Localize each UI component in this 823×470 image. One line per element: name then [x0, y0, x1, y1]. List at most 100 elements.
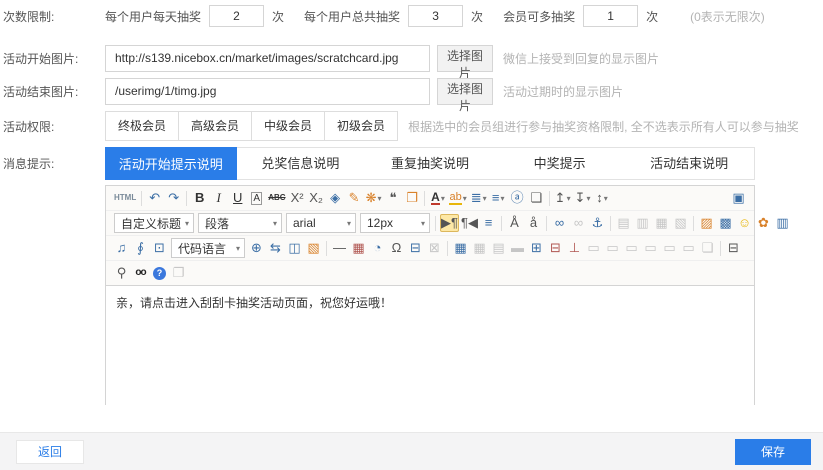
insert-image-icon[interactable]: ▨: [698, 214, 715, 232]
image-inline-icon[interactable]: ▧: [672, 214, 689, 232]
message-tab[interactable]: 活动开始提示说明: [105, 147, 237, 180]
line-height-icon[interactable]: ↕▾: [594, 189, 611, 207]
text-direction-icon[interactable]: ¶◀: [461, 214, 478, 232]
font-color-icon[interactable]: A▾: [429, 189, 446, 207]
first-line-indent-icon[interactable]: ▶¶: [440, 214, 459, 232]
print-icon[interactable]: ⊟: [725, 239, 742, 257]
date-icon[interactable]: ▦: [350, 239, 367, 257]
music-icon[interactable]: ♫: [113, 239, 130, 257]
insert-row-icon[interactable]: ⊞: [528, 239, 545, 257]
custom-title-select[interactable]: 自定义标题▾: [114, 213, 194, 233]
member-extra-input[interactable]: [583, 5, 638, 27]
screenshot-icon[interactable]: ▩: [717, 214, 734, 232]
insert-code-icon[interactable]: ⊡: [151, 239, 168, 257]
to-uppercase-icon[interactable]: Å: [506, 214, 523, 232]
font-size-select[interactable]: 12px▾: [360, 213, 430, 233]
preview-icon[interactable]: ⚲: [113, 264, 130, 282]
help-icon[interactable]: ?: [151, 264, 168, 282]
underline-icon[interactable]: U: [229, 189, 246, 207]
italic-icon[interactable]: I: [210, 189, 227, 207]
link-icon[interactable]: ∞: [551, 214, 568, 232]
scrawl-icon[interactable]: ✿: [755, 214, 772, 232]
insert-table-icon[interactable]: ▦: [452, 239, 469, 257]
split-to-cols-icon[interactable]: ▭: [642, 239, 659, 257]
new-page-icon[interactable]: ❏: [528, 189, 545, 207]
save-button[interactable]: 保存: [735, 439, 811, 465]
insert-video-icon[interactable]: ▥: [774, 214, 791, 232]
paragraph-after-space-icon[interactable]: ↧▾: [574, 189, 592, 207]
message-tab[interactable]: 活动结束说明: [624, 148, 754, 179]
format-brush-icon[interactable]: ✎: [346, 189, 363, 207]
word-image-icon[interactable]: ⊟: [407, 239, 424, 257]
time-icon[interactable]: ◔: [369, 239, 386, 257]
blockquote-icon[interactable]: ❝: [384, 189, 401, 207]
merge-right-icon[interactable]: ▭: [585, 239, 602, 257]
message-tab[interactable]: 兑奖信息说明: [236, 148, 366, 179]
split-cell-icon[interactable]: ⊥: [566, 239, 583, 257]
split-to-rows-icon[interactable]: ▭: [623, 239, 640, 257]
insert-iframe-icon[interactable]: ◫: [286, 239, 303, 257]
table-title-icon[interactable]: ▤: [490, 239, 507, 257]
paste-text-icon[interactable]: ❐: [403, 189, 420, 207]
member-option[interactable]: 中级会员: [252, 111, 325, 141]
average-cols-icon[interactable]: ▭: [680, 239, 697, 257]
auto-typeset-icon[interactable]: ❋▾: [365, 189, 383, 207]
attachment-icon[interactable]: ∮: [132, 239, 149, 257]
member-option[interactable]: 终极会员: [105, 111, 179, 141]
eraser-icon[interactable]: ◈: [327, 189, 344, 207]
total-limit-input[interactable]: [408, 5, 463, 27]
image-float-left-icon[interactable]: ▤: [615, 214, 632, 232]
anchor-a-icon[interactable]: ⓐ: [509, 189, 526, 207]
message-tab[interactable]: 中奖提示: [495, 148, 625, 179]
bold-icon[interactable]: B: [191, 189, 208, 207]
anchor-icon[interactable]: ⚓: [589, 214, 606, 232]
to-lowercase-icon[interactable]: å: [525, 214, 542, 232]
code-language-select[interactable]: 代码语言▾: [171, 238, 245, 258]
background-color-icon[interactable]: ab▾: [448, 189, 467, 207]
unlink-icon[interactable]: ∞: [570, 214, 587, 232]
paragraph-style-icon[interactable]: ≡: [480, 214, 497, 232]
strikethrough-icon[interactable]: ABC: [267, 189, 286, 207]
member-option[interactable]: 初级会员: [325, 111, 398, 141]
image-float-right-icon[interactable]: ▥: [634, 214, 651, 232]
emotion-icon[interactable]: ☺: [736, 214, 753, 232]
horizontal-rule-icon[interactable]: —: [331, 239, 348, 257]
start-image-select-button[interactable]: 选择图片: [437, 45, 493, 72]
subscript-icon[interactable]: X₂: [308, 189, 325, 207]
delete-table-icon[interactable]: ▦: [471, 239, 488, 257]
redo-icon[interactable]: ↷: [165, 189, 182, 207]
clipboard-icon[interactable]: ❐: [170, 264, 187, 282]
undo-icon[interactable]: ↶: [146, 189, 163, 207]
html-source-icon[interactable]: HTML: [113, 189, 137, 207]
font-border-icon[interactable]: A: [248, 189, 265, 207]
superscript-icon[interactable]: X²: [289, 189, 306, 207]
editor-content[interactable]: 亲，请点击进入刮刮卡抽奖活动页面，祝您好运哦！: [106, 286, 754, 427]
search-replace-icon[interactable]: oo: [132, 264, 149, 282]
template-icon[interactable]: ▧: [305, 239, 322, 257]
clear-doc-icon[interactable]: ❏: [699, 239, 716, 257]
back-button[interactable]: 返回: [16, 440, 84, 464]
print-preview-icon[interactable]: ⊠: [426, 239, 443, 257]
start-image-input[interactable]: [105, 45, 430, 72]
end-image-input[interactable]: [105, 78, 430, 105]
pagebreak-icon[interactable]: ⇆: [267, 239, 284, 257]
fullscreen-icon[interactable]: ▣: [730, 189, 747, 207]
font-family-select[interactable]: arial▾: [286, 213, 356, 233]
image-center-icon[interactable]: ▦: [653, 214, 670, 232]
message-tab[interactable]: 重复抽奖说明: [365, 148, 495, 179]
map-icon[interactable]: ⊕: [248, 239, 265, 257]
toolbar-separator: [186, 191, 187, 206]
unordered-list-icon[interactable]: ≡▾: [490, 189, 507, 207]
paragraph-format-select[interactable]: 段落▾: [198, 213, 282, 233]
member-option[interactable]: 高级会员: [179, 111, 252, 141]
average-rows-icon[interactable]: ▭: [661, 239, 678, 257]
merge-down-icon[interactable]: ▭: [604, 239, 621, 257]
paragraph-before-space-icon[interactable]: ↥▾: [554, 189, 572, 207]
daily-limit-input[interactable]: [209, 5, 264, 27]
special-chars-icon[interactable]: Ω: [388, 239, 405, 257]
insert-col-icon[interactable]: ⊟: [547, 239, 564, 257]
message-tabbar: 活动开始提示说明兑奖信息说明重复抽奖说明中奖提示活动结束说明: [105, 147, 755, 180]
end-image-select-button[interactable]: 选择图片: [437, 78, 493, 105]
ordered-list-icon[interactable]: ≣▾: [470, 189, 488, 207]
merge-cells-icon[interactable]: ▬: [509, 239, 526, 257]
